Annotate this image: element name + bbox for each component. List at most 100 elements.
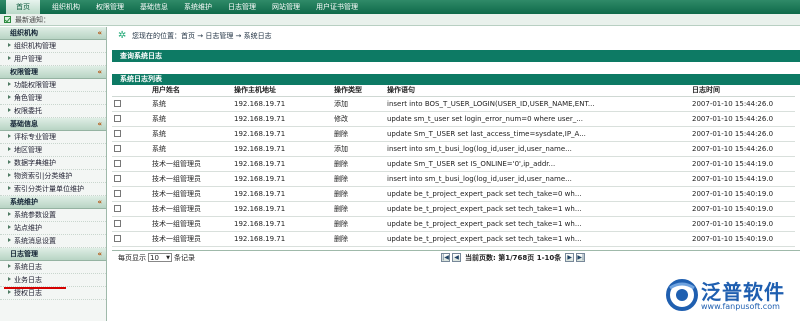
sidebar-item-label: 用户管理 — [14, 55, 42, 63]
sidebar-item-site-maintenance[interactable]: 站点维护 — [0, 222, 106, 235]
cell-log-time: 2007-01-10 15:44:26.0 — [690, 96, 795, 112]
table-header-row: 用户姓名 操作主机地址 操作类型 操作语句 日志时间 — [112, 85, 795, 97]
sidebar-item-label: 业务日志 — [14, 276, 42, 284]
collapse-chevron-icon[interactable]: « — [97, 27, 102, 40]
row-checkbox[interactable] — [114, 220, 121, 227]
next-page-button[interactable]: ▶ — [565, 253, 575, 262]
nav-tab-website-management[interactable]: 网站管理 — [264, 0, 308, 14]
row-checkbox[interactable] — [114, 130, 121, 137]
header-log-time[interactable]: 日志时间 — [690, 85, 795, 97]
table-row[interactable]: 系统 192.168.19.71 删除 update Sm_T_USER set la… — [112, 126, 795, 142]
cell-host-address: 192.168.19.71 — [232, 156, 332, 172]
sidebar-item-label: 系统参数设置 — [14, 211, 56, 219]
row-checkbox-cell — [112, 156, 150, 172]
cell-operation-statement: update be_t_project_expert_pack set tech… — [385, 201, 690, 217]
last-page-button[interactable]: ▶| — [576, 253, 586, 262]
sidebar-item-unit-maintenance[interactable]: 索引分类计量单位维护 — [0, 183, 106, 196]
cell-user-name: 技术一组管理员 — [150, 201, 232, 217]
nav-tab-permissions[interactable]: 权限管理 — [88, 0, 132, 14]
sidebar-item-label: 系统日志 — [14, 263, 42, 271]
notice-label: 最新通知： — [15, 15, 50, 24]
sidebar-item-data-dictionary[interactable]: 数据字典维护 — [0, 157, 106, 170]
sidebar-group-title: 基础信息 — [10, 120, 38, 128]
table-row[interactable]: 系统 192.168.19.71 添加 insert into sm_t_busi_l… — [112, 141, 795, 157]
row-checkbox[interactable] — [114, 205, 121, 212]
sidebar-group-log-management[interactable]: 日志管理 « — [0, 248, 106, 261]
nav-tab-user-certificates[interactable]: 用户证书管理 — [308, 0, 366, 14]
list-section-header: 系统日志列表 — [112, 74, 800, 85]
sidebar-item-system-params[interactable]: 系统参数设置 — [0, 209, 106, 222]
sidebar-item-permission-delegation[interactable]: 权限委托 — [0, 105, 106, 118]
table-row[interactable]: 技术一组管理员 192.168.19.71 删除 update be_t_projec… — [112, 216, 795, 232]
sidebar-item-evaluation-specialty[interactable]: 评标专业管理 — [0, 131, 106, 144]
query-section-header: 查询系统日志 — [112, 50, 800, 62]
sidebar-item-authorization-log[interactable]: 授权日志 — [0, 287, 106, 300]
header-operation-statement[interactable]: 操作语句 — [385, 85, 690, 97]
cell-host-address: 192.168.19.71 — [232, 216, 332, 232]
sidebar-group-system-maintenance[interactable]: 系统维护 « — [0, 196, 106, 209]
sidebar-group-title: 组织机构 — [10, 29, 38, 37]
collapse-chevron-icon[interactable]: « — [97, 118, 102, 131]
nav-tab-organization[interactable]: 组织机构 — [44, 0, 88, 14]
table-row[interactable]: 技术一组管理员 192.168.19.71 删除 update be_t_projec… — [112, 186, 795, 202]
sidebar-group-permissions[interactable]: 权限管理 « — [0, 66, 106, 79]
row-checkbox[interactable] — [114, 115, 121, 122]
sidebar-item-function-permissions[interactable]: 功能权限管理 — [0, 79, 106, 92]
sidebar-item-system-messages[interactable]: 系统消息设置 — [0, 235, 106, 248]
nav-tab-home[interactable]: 首页 — [6, 0, 40, 14]
sidebar-item-user-management[interactable]: 用户管理 — [0, 53, 106, 66]
table-row[interactable]: 技术一组管理员 192.168.19.71 删除 insert into sm_t_b… — [112, 171, 795, 187]
sidebar-group-basic-info[interactable]: 基础信息 « — [0, 118, 106, 131]
first-page-button[interactable]: |◀ — [441, 253, 450, 262]
bullet-icon — [8, 160, 11, 164]
header-host-address[interactable]: 操作主机地址 — [232, 85, 332, 97]
page-info: 当前页数: 第1/768页 1-10条 — [465, 253, 562, 262]
row-checkbox[interactable] — [114, 145, 121, 152]
cell-host-address: 192.168.19.71 — [232, 201, 332, 217]
table-row[interactable]: 技术一组管理员 192.168.19.71 删除 update Sm_T_USER s… — [112, 156, 795, 172]
row-checkbox[interactable] — [114, 100, 121, 107]
nav-tab-log-management[interactable]: 日志管理 — [220, 0, 264, 14]
row-checkbox[interactable] — [114, 175, 121, 182]
cell-operation-statement: update sm_t_user set login_error_num=0 w… — [385, 111, 690, 127]
cell-operation-statement: update Sm_T_USER set last_access_time=sy… — [385, 126, 690, 142]
cell-host-address: 192.168.19.71 — [232, 96, 332, 112]
sidebar-item-material-index[interactable]: 物资索引|分类维护 — [0, 170, 106, 183]
row-checkbox[interactable] — [114, 160, 121, 167]
collapse-chevron-icon[interactable]: « — [97, 196, 102, 209]
sidebar-item-business-log[interactable]: 业务日志 — [0, 274, 106, 289]
cell-host-address: 192.168.19.71 — [232, 126, 332, 142]
row-checkbox[interactable] — [114, 190, 121, 197]
nav-tab-system-maintenance[interactable]: 系统维护 — [176, 0, 220, 14]
header-user-name[interactable]: 用户姓名 — [150, 85, 232, 97]
bullet-icon — [8, 238, 11, 242]
collapse-chevron-icon[interactable]: « — [97, 66, 102, 79]
sidebar-item-system-log[interactable]: 系统日志 — [0, 261, 106, 274]
table-row[interactable]: 技术一组管理员 192.168.19.71 删除 update be_t_projec… — [112, 231, 795, 247]
bullet-icon — [8, 264, 11, 268]
breadcrumb: ✲ 您现在的位置：首页 → 日志管理 → 系统日志 — [112, 27, 800, 45]
table-row[interactable]: 系统 192.168.19.71 修改 update sm_t_user set lo… — [112, 111, 795, 127]
brand-name: 泛普软件 — [701, 280, 785, 304]
sidebar-item-label: 站点维护 — [14, 224, 42, 232]
cell-host-address: 192.168.19.71 — [232, 186, 332, 202]
sidebar-group-organization[interactable]: 组织机构 « — [0, 27, 106, 40]
nav-tab-basic-info[interactable]: 基础信息 — [132, 0, 176, 14]
sidebar-item-org-management[interactable]: 组织机构管理 — [0, 40, 106, 53]
sidebar-item-region-management[interactable]: 地区管理 — [0, 144, 106, 157]
per-page-select[interactable]: 10 ▼ — [148, 253, 172, 262]
header-operation-type[interactable]: 操作类型 — [332, 85, 385, 97]
row-checkbox[interactable] — [114, 235, 121, 242]
bullet-icon — [8, 277, 11, 281]
collapse-chevron-icon[interactable]: « — [97, 248, 102, 261]
sidebar-item-label: 地区管理 — [14, 146, 42, 154]
prev-page-button[interactable]: ◀ — [452, 253, 461, 262]
table-row[interactable]: 系统 192.168.19.71 添加 insert into BOS_T_USER_… — [112, 96, 795, 112]
cell-operation-type: 修改 — [332, 111, 385, 127]
table-row[interactable]: 技术一组管理员 192.168.19.71 删除 update be_t_projec… — [112, 201, 795, 217]
sidebar-item-role-management[interactable]: 角色管理 — [0, 92, 106, 105]
cell-log-time: 2007-01-10 15:40:19.0 — [690, 231, 795, 247]
bullet-icon — [8, 212, 11, 216]
per-page-value: 10 — [150, 253, 159, 262]
row-checkbox-cell — [112, 126, 150, 142]
